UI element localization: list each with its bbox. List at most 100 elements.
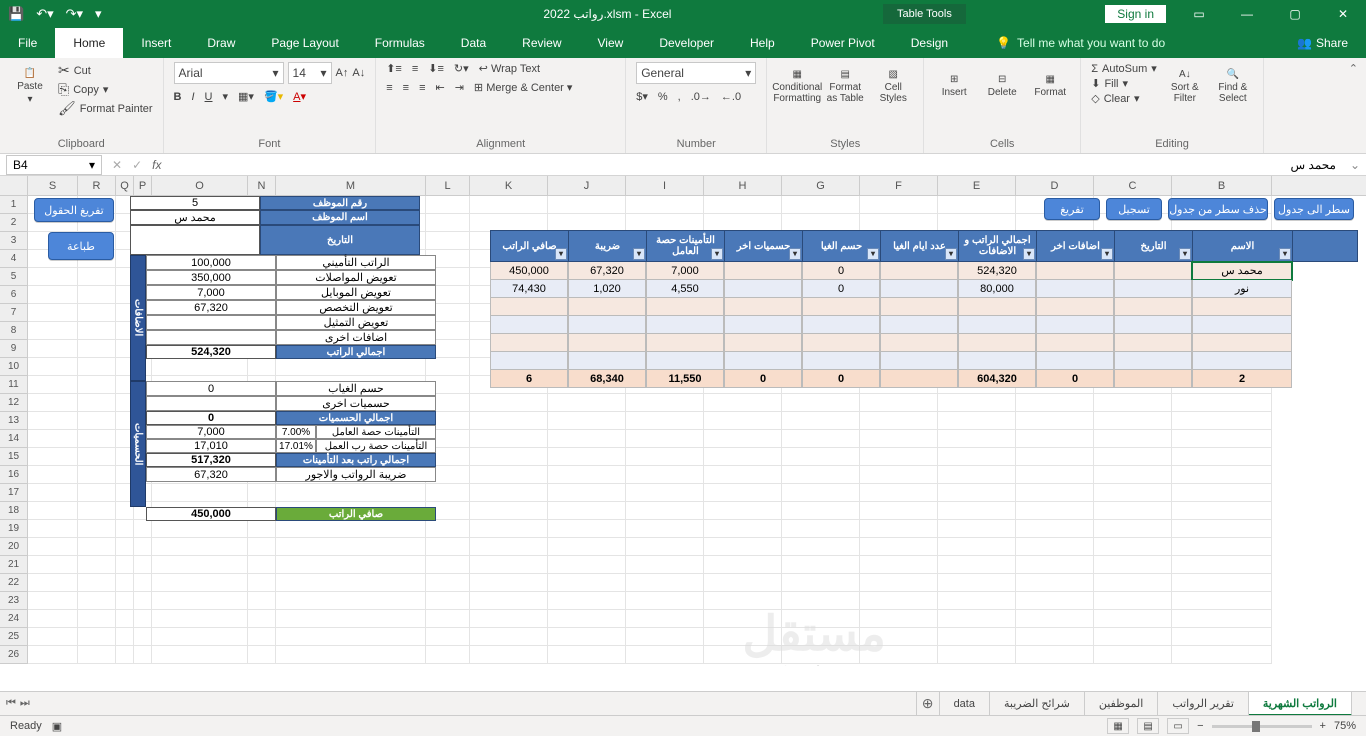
- font-color-button[interactable]: A▾: [293, 90, 306, 103]
- font-name-select[interactable]: Arial▾: [174, 62, 284, 84]
- indent-dec-icon[interactable]: ⇤: [435, 81, 444, 94]
- indent-inc-icon[interactable]: ⇥: [455, 81, 464, 94]
- tab-file[interactable]: File: [0, 28, 55, 58]
- share-button[interactable]: 👥Share: [1297, 36, 1366, 50]
- filter-drop-icon[interactable]: ▾: [867, 248, 879, 260]
- zoom-value[interactable]: 75%: [1334, 720, 1356, 732]
- macro-record-icon[interactable]: ▣: [52, 720, 62, 733]
- sort-filter-button[interactable]: A↓Sort & Filter: [1165, 62, 1205, 110]
- cut-button[interactable]: ✂Cut: [58, 62, 153, 79]
- increase-decimal-icon[interactable]: .0→: [691, 91, 711, 103]
- enter-formula-icon[interactable]: ✓: [132, 158, 142, 172]
- sheet-nav-first-icon[interactable]: ⏮: [6, 697, 16, 710]
- orientation-icon[interactable]: ↻▾: [454, 62, 469, 75]
- column-headers[interactable]: SRQPONMLKJIHGFEDCB: [0, 176, 1366, 196]
- percent-icon[interactable]: %: [658, 91, 668, 103]
- ribbon-options-icon[interactable]: ▭: [1176, 0, 1222, 28]
- fx-icon[interactable]: fx: [152, 158, 161, 172]
- clear-button[interactable]: ◇ Clear ▾: [1091, 92, 1157, 105]
- name-box[interactable]: B4▾: [6, 155, 102, 175]
- wrap-text-button[interactable]: ↩ Wrap Text: [479, 62, 540, 75]
- filter-drop-icon[interactable]: ▾: [555, 248, 567, 260]
- filter-drop-icon[interactable]: ▾: [1023, 248, 1035, 260]
- align-center-icon[interactable]: ≡: [403, 82, 409, 94]
- align-right-icon[interactable]: ≡: [419, 82, 425, 94]
- sheet-nav-last-icon[interactable]: ⏭: [20, 697, 30, 710]
- number-format-select[interactable]: General▾: [636, 62, 756, 84]
- tab-home[interactable]: Home: [55, 28, 123, 58]
- currency-icon[interactable]: $▾: [636, 90, 648, 103]
- formula-input[interactable]: محمد س: [171, 158, 1343, 172]
- align-top-icon[interactable]: ⬆≡: [386, 62, 402, 75]
- filter-drop-icon[interactable]: ▾: [1101, 248, 1113, 260]
- close-button[interactable]: ✕: [1320, 0, 1366, 28]
- conditional-formatting-button[interactable]: ▦Conditional Formatting: [777, 62, 817, 110]
- tab-page-layout[interactable]: Page Layout: [253, 28, 356, 58]
- collapse-ribbon-icon[interactable]: ⌃: [1341, 58, 1366, 153]
- tab-formulas[interactable]: Formulas: [357, 28, 443, 58]
- increase-font-icon[interactable]: A↑: [336, 67, 349, 79]
- tab-draw[interactable]: Draw: [189, 28, 253, 58]
- format-painter-button[interactable]: 🖌Format Painter: [58, 100, 153, 117]
- qat-more-icon[interactable]: ▾: [95, 6, 102, 22]
- align-left-icon[interactable]: ≡: [386, 82, 392, 94]
- cell-styles-button[interactable]: ▧Cell Styles: [873, 62, 913, 110]
- expand-formula-icon[interactable]: ⌄: [1344, 158, 1366, 172]
- add-row-button[interactable]: سطر الى جدول: [1274, 198, 1354, 220]
- worksheet-grid[interactable]: SRQPONMLKJIHGFEDCB 123456789101112131415…: [0, 176, 1366, 666]
- merge-center-button[interactable]: ⊞ Merge & Center ▾: [474, 81, 573, 94]
- filter-drop-icon[interactable]: ▾: [711, 248, 723, 260]
- sheet-tab-1[interactable]: تقرير الرواتب: [1157, 692, 1249, 716]
- filter-drop-icon[interactable]: ▾: [633, 248, 645, 260]
- tab-insert[interactable]: Insert: [123, 28, 189, 58]
- maximize-button[interactable]: ▢: [1272, 0, 1318, 28]
- bold-button[interactable]: B: [174, 91, 182, 103]
- minimize-button[interactable]: —: [1224, 0, 1270, 28]
- sign-in-button[interactable]: Sign in: [1105, 5, 1166, 23]
- tab-review[interactable]: Review: [504, 28, 579, 58]
- tab-view[interactable]: View: [580, 28, 642, 58]
- delete-row-button[interactable]: حذف سطر من جدول: [1168, 198, 1268, 220]
- filter-drop-icon[interactable]: ▾: [1279, 248, 1291, 260]
- autosum-button[interactable]: Σ AutoSum ▾: [1091, 62, 1157, 75]
- sheet-tab-4[interactable]: data: [939, 692, 990, 716]
- comma-icon[interactable]: ,: [678, 91, 681, 103]
- tab-help[interactable]: Help: [732, 28, 793, 58]
- filter-drop-icon[interactable]: ▾: [945, 248, 957, 260]
- cancel-formula-icon[interactable]: ✕: [112, 158, 122, 172]
- tab-developer[interactable]: Developer: [641, 28, 732, 58]
- zoom-in-icon[interactable]: +: [1320, 720, 1326, 732]
- fill-button[interactable]: ⬇ Fill ▾: [1091, 77, 1157, 90]
- page-break-view-icon[interactable]: ▭: [1167, 718, 1189, 734]
- zoom-out-icon[interactable]: −: [1197, 720, 1203, 732]
- decrease-decimal-icon[interactable]: ←.0: [721, 91, 741, 103]
- redo-icon[interactable]: ↷▾: [66, 6, 83, 22]
- sheet-tab-2[interactable]: الموظفين: [1084, 692, 1158, 716]
- clear-fields-button[interactable]: تفريغ الحقول: [34, 198, 114, 222]
- tell-me-search[interactable]: 💡Tell me what you want to do: [996, 36, 1165, 50]
- border-button[interactable]: ▦▾: [238, 90, 254, 103]
- copy-button[interactable]: ⎘Copy ▾: [58, 81, 153, 98]
- tab-design[interactable]: Design: [893, 28, 966, 58]
- page-layout-view-icon[interactable]: ▤: [1137, 718, 1159, 734]
- font-size-select[interactable]: 14▾: [288, 62, 332, 84]
- insert-cells-button[interactable]: ⊞Insert: [934, 62, 974, 110]
- sheet-tab-3[interactable]: شرائح الضريبة: [989, 692, 1085, 716]
- italic-button[interactable]: I: [191, 91, 194, 103]
- discharge-button[interactable]: تفريغ: [1044, 198, 1100, 220]
- format-as-table-button[interactable]: ▤Format as Table: [825, 62, 865, 110]
- underline-button[interactable]: U: [205, 91, 213, 103]
- fill-color-button[interactable]: 🪣▾: [264, 90, 283, 103]
- sheet-tab-0[interactable]: الرواتب الشهرية: [1248, 692, 1352, 716]
- print-button[interactable]: طباعة: [48, 232, 114, 260]
- save-icon[interactable]: 💾: [8, 6, 24, 22]
- tab-power-pivot[interactable]: Power Pivot: [793, 28, 893, 58]
- delete-cells-button[interactable]: ⊟Delete: [982, 62, 1022, 110]
- zoom-slider[interactable]: [1212, 725, 1312, 728]
- normal-view-icon[interactable]: ▦: [1107, 718, 1129, 734]
- filter-drop-icon[interactable]: ▾: [1179, 248, 1191, 260]
- find-select-button[interactable]: 🔍Find & Select: [1213, 62, 1253, 110]
- register-button[interactable]: تسجيل: [1106, 198, 1162, 220]
- align-middle-icon[interactable]: ≡: [412, 63, 418, 75]
- filter-drop-icon[interactable]: ▾: [789, 248, 801, 260]
